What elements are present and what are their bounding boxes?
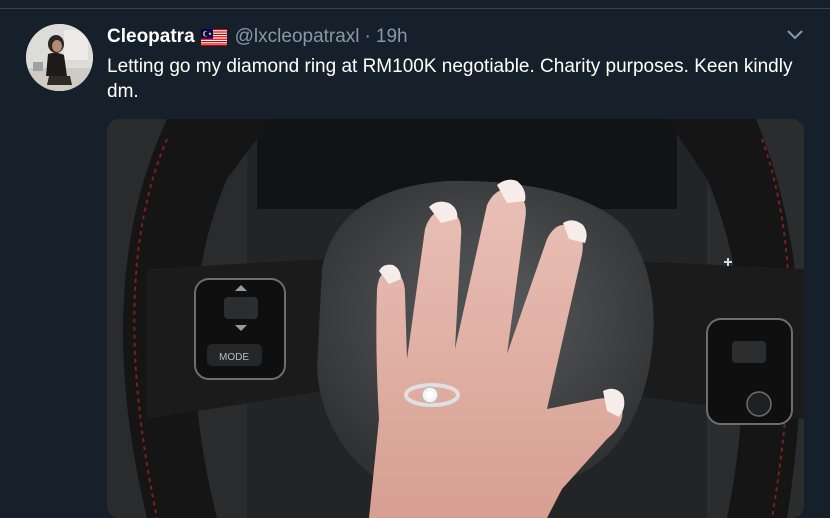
chevron-down-icon[interactable] (786, 29, 804, 41)
tweet-timestamp[interactable]: 19h (376, 26, 408, 48)
separator-dot: · (364, 26, 371, 47)
tweet-photo[interactable]: MODE (107, 119, 804, 518)
tweet-text: Letting go my diamond ring at RM100K neg… (107, 56, 793, 102)
avatar[interactable] (26, 24, 93, 91)
tweet[interactable]: Cleopatra @lxcleopatraxl · 19h Letting g… (0, 9, 830, 518)
user-handle[interactable]: @lxcleopatraxl (235, 26, 360, 48)
mode-label: MODE (219, 352, 249, 363)
display-name[interactable]: Cleopatra (107, 26, 195, 48)
flag-icon-malaysia (200, 28, 227, 46)
tweet-header: Cleopatra @lxcleopatraxl · 19h (107, 25, 408, 49)
